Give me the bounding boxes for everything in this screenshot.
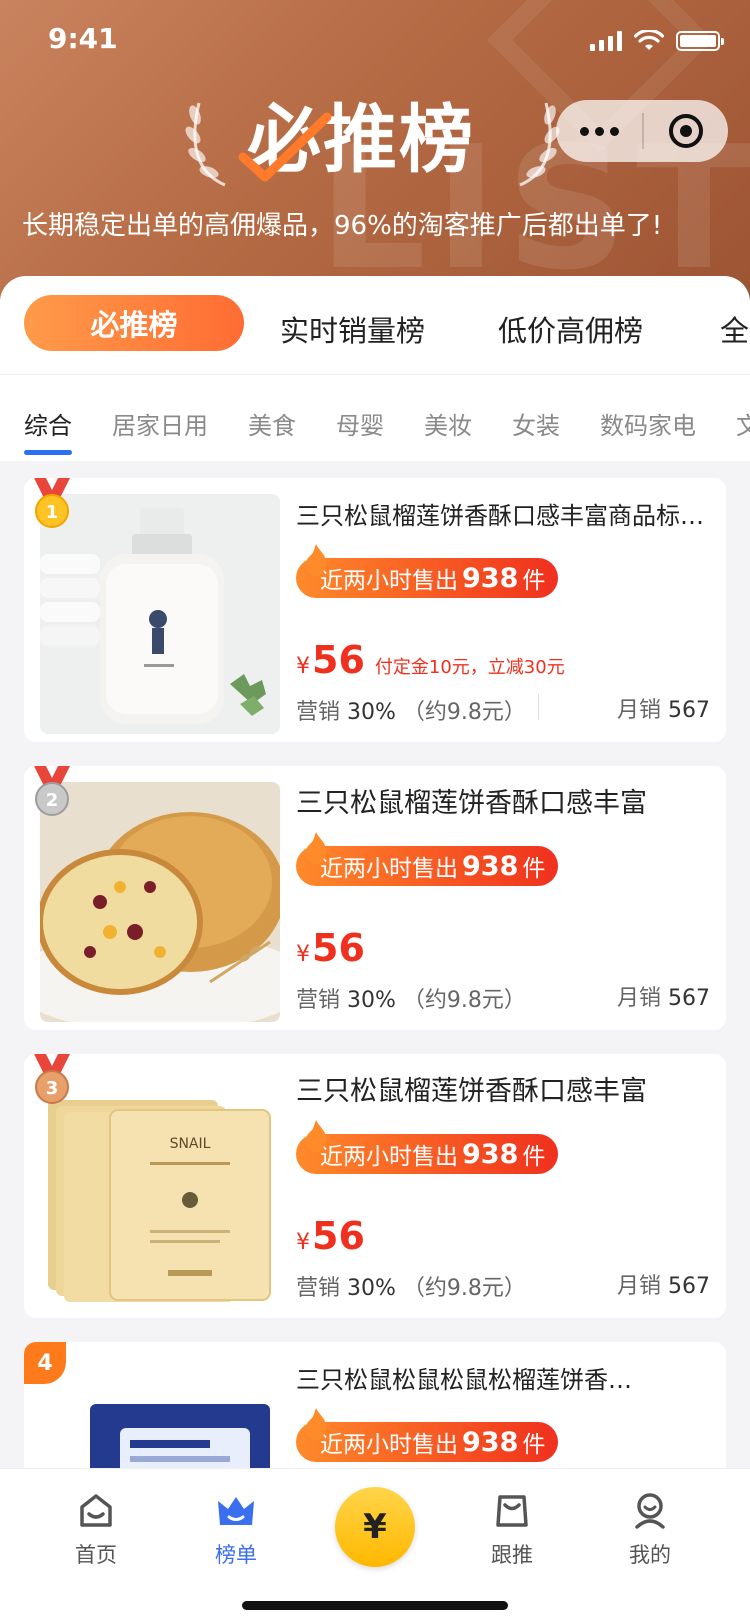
product-image-bread [40,782,280,1022]
svg-text:2: 2 [46,790,59,811]
header-subtitle: 长期稳定出单的高佣爆品，96%的淘客推广后都出单了! [22,211,663,241]
commission-info: 营销 30% （约9.8元） [296,988,526,1013]
category-comprehensive[interactable]: 综合 [24,406,72,441]
product-price: ¥56 [296,926,365,970]
nav-follow[interactable]: 跟推 [462,1491,562,1569]
category-food[interactable]: 美食 [248,406,296,441]
crown-icon [218,1497,254,1525]
meta-divider [538,694,539,720]
fire-icon [305,544,327,577]
product-card[interactable]: 1 三只松鼠榴莲饼香酥口感丰富商品标… 近两小时售出 938 件 ¥56 付定金10元… [24,478,726,742]
rank-3-medal-icon: 3 [34,1054,70,1104]
tab-low-price-high-commission[interactable]: 低价高佣榜 [498,308,643,350]
nav-follow-label: 跟推 [491,1543,533,1567]
nav-home-label: 首页 [75,1543,117,1567]
product-card[interactable]: SNAIL 3 三只松鼠榴莲饼香酥口感丰富 近两小时售出 938 件 ¥56 营销 … [24,1054,726,1318]
monthly-sales: 月销 567 [616,986,710,1011]
category-more[interactable]: 文 [736,406,750,441]
fire-icon [305,1408,327,1441]
rank-2-medal-icon: 2 [34,766,70,816]
tab-realtime-sales[interactable]: 实时销量榜 [280,308,425,350]
tab-all[interactable]: 全 [720,308,749,350]
fire-icon [305,1120,327,1153]
promo-text: 付定金10元，立减30元 [374,657,565,678]
product-title: 三只松鼠松鼠松鼠松榴莲饼香… [296,1366,632,1394]
commission-info: 营销 30% （约9.8元） [296,700,526,725]
nav-ranking[interactable]: 榜单 [186,1491,286,1569]
status-time: 9:41 [48,22,118,55]
category-digital[interactable]: 数码家电 [600,406,696,441]
nav-profile-label: 我的 [629,1543,671,1567]
fire-icon [305,832,327,865]
sales-badge: 近两小时售出 938 件 [296,832,558,886]
nav-home[interactable]: 首页 [46,1491,146,1569]
checkmark-icon [238,112,332,182]
miniprogram-capsule [556,100,728,162]
product-image-face-mask: SNAIL [40,1070,280,1310]
category-home[interactable]: 居家日用 [112,406,208,441]
target-icon [669,114,703,148]
commission-info: 营销 30% （约9.8元） [296,1276,526,1301]
ranking-tabs: 必推榜 实时销量榜 低价高佣榜 全 [0,276,750,374]
tab-must-push[interactable]: 必推榜 [24,295,244,351]
product-title: 三只松鼠榴莲饼香酥口感丰富商品标… [296,502,704,530]
product-card[interactable]: 2 三只松鼠榴莲饼香酥口感丰富 近两小时售出 938 件 ¥56 营销 30% （约… [24,766,726,1030]
category-baby[interactable]: 母婴 [336,406,384,441]
wifi-icon [634,30,664,50]
product-price: ¥56 [296,1214,365,1258]
sales-badge: 近两小时售出 938 件 [296,1120,558,1174]
sales-badge: 近两小时售出 938 件 [296,544,558,598]
bottom-nav: 首页 榜单 ¥ 跟推 我的 [0,1468,750,1624]
battery-icon [676,31,724,51]
monthly-sales: 月销 567 [616,698,710,723]
yuan-button[interactable]: ¥ [335,1487,415,1567]
product-image-body-wash [40,494,280,734]
more-button[interactable] [556,100,642,162]
product-title: 三只松鼠榴莲饼香酥口感丰富 [296,788,647,819]
monthly-sales: 月销 567 [616,1274,710,1299]
svg-text:3: 3 [46,1078,59,1099]
svg-text:1: 1 [46,502,59,523]
close-miniprogram-button[interactable] [644,100,728,162]
nav-ranking-label: 榜单 [215,1543,257,1567]
tabs-panel: 必推榜 实时销量榜 低价高佣榜 全 综合 居家日用 美食 母婴 美妆 女装 数码… [0,276,750,461]
category-women[interactable]: 女装 [512,406,560,441]
rank-1-medal-icon: 1 [34,478,70,528]
laurel-left-icon [185,102,226,187]
signal-icon [590,31,622,51]
laurel-right-icon [519,102,560,187]
tabs-divider [0,374,750,375]
profile-icon [635,1493,665,1529]
category-beauty[interactable]: 美妆 [424,406,472,441]
sales-badge: 近两小时售出 938 件 [296,1408,558,1462]
product-price: ¥56 付定金10元，立减30元 [296,638,565,682]
category-active-indicator [24,450,72,455]
yuan-icon: ¥ [363,1507,387,1547]
product-title: 三只松鼠榴莲饼香酥口感丰富 [296,1076,647,1107]
home-indicator [242,1601,508,1610]
nav-profile[interactable]: 我的 [600,1491,700,1569]
svg-text:SNAIL: SNAIL [170,1136,211,1152]
status-icons [590,30,724,52]
header-banner: LIST 9:41 必推榜 长期稳定出单的高佣爆品，96%的淘客推广后都出单了! [0,0,750,300]
bag-icon [496,1495,528,1527]
home-icon [80,1494,112,1527]
title-block: 必推榜 [185,95,560,190]
